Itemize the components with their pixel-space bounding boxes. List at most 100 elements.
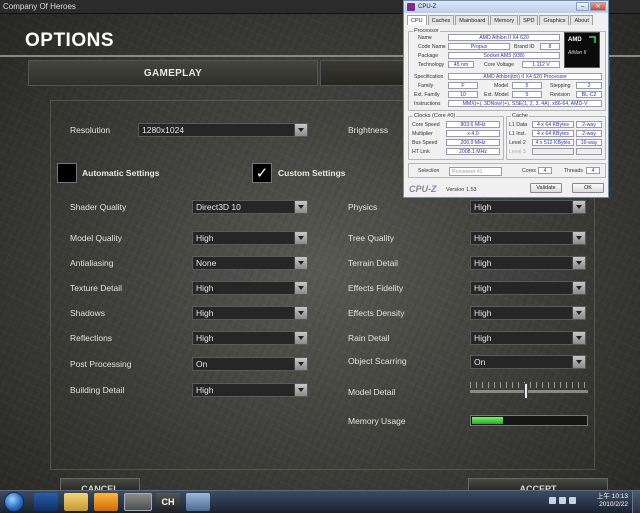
cancel-button[interactable]: CANCEL xyxy=(60,478,140,490)
multiplier-label: Multiplier xyxy=(412,131,433,137)
chevron-down-icon[interactable] xyxy=(572,232,585,244)
shadows-value: High xyxy=(196,308,214,318)
l1data-value: 4 x 64 KBytes xyxy=(532,121,574,128)
custom-settings-checkbox[interactable]: ✓ xyxy=(252,163,272,183)
extmodel-value: 5 xyxy=(512,91,542,98)
l1inst-way: 2-way xyxy=(576,130,602,137)
brightness-label: Brightness xyxy=(348,125,389,135)
minimize-icon: – xyxy=(580,4,585,10)
chevron-down-icon[interactable] xyxy=(572,332,585,344)
shadows-dropdown[interactable]: High xyxy=(192,306,308,320)
texture-detail-value: High xyxy=(196,283,214,293)
building-detail-dropdown[interactable]: High xyxy=(192,383,308,397)
tab-memory[interactable]: Memory xyxy=(490,15,519,25)
tab-caches[interactable]: Caches xyxy=(427,15,455,25)
model-quality-dropdown[interactable]: High xyxy=(192,231,308,245)
effects-fidelity-value: High xyxy=(474,283,492,293)
level2-label: Level 2 xyxy=(509,140,526,146)
model-detail-slider[interactable] xyxy=(470,382,588,400)
effects-fidelity-dropdown[interactable]: High xyxy=(470,281,586,295)
object-scarring-dropdown[interactable]: On xyxy=(470,355,586,369)
start-button[interactable] xyxy=(4,492,24,512)
cpuz-taskbar-label: CH xyxy=(161,497,175,507)
network-icon[interactable] xyxy=(549,497,556,504)
chevron-down-icon[interactable] xyxy=(294,332,307,344)
chevron-down-icon[interactable] xyxy=(294,124,307,136)
family-value: F xyxy=(448,82,478,89)
folder-icon[interactable] xyxy=(64,493,88,511)
physics-dropdown[interactable]: High xyxy=(470,200,586,214)
slider-ticks xyxy=(470,382,588,388)
media-player-icon[interactable] xyxy=(94,493,118,511)
reflections-value: High xyxy=(196,333,214,343)
tray-icons xyxy=(549,497,576,504)
rain-detail-dropdown[interactable]: High xyxy=(470,331,586,345)
game-taskbar-icon[interactable] xyxy=(124,493,152,511)
custom-settings-label: Custom Settings xyxy=(278,168,346,178)
terrain-detail-dropdown[interactable]: High xyxy=(470,256,586,270)
resolution-dropdown[interactable]: 1280x1024 xyxy=(138,123,308,137)
tree-quality-label: Tree Quality xyxy=(348,233,394,243)
corevoltage-value: 1.112 V xyxy=(522,61,560,68)
tab-mainboard[interactable]: Mainboard xyxy=(455,15,490,25)
ok-button[interactable]: OK xyxy=(572,183,604,193)
ie-icon[interactable] xyxy=(34,493,58,511)
accept-button[interactable]: ACCEPT xyxy=(468,478,608,490)
chevron-down-icon[interactable] xyxy=(294,384,307,396)
model-detail-label: Model Detail xyxy=(348,387,396,397)
corespeed-label: Core Speed xyxy=(412,122,440,128)
extfamily-label: Ext. Family xyxy=(414,92,440,98)
chevron-down-icon[interactable] xyxy=(572,356,585,368)
resolution-label: Resolution xyxy=(70,125,111,135)
chevron-down-icon[interactable] xyxy=(572,282,585,294)
tab-spd[interactable]: SPD xyxy=(519,15,539,25)
revision-value: BL-C2 xyxy=(576,91,602,98)
show-desktop-button[interactable] xyxy=(632,491,640,513)
tray-clock[interactable]: 上午 10:13 2010/2/22 xyxy=(597,493,628,509)
tree-quality-dropdown[interactable]: High xyxy=(470,231,586,245)
revision-label: Revision xyxy=(550,92,570,98)
memory-usage-label: Memory Usage xyxy=(348,416,406,426)
tab-about[interactable]: About xyxy=(570,15,593,25)
cpuz-window: CPU-Z – ✕ CPU Caches Mainboard Memory SP… xyxy=(403,0,609,198)
chevron-down-icon[interactable] xyxy=(294,232,307,244)
cpuz-taskbar-icon[interactable]: CH xyxy=(156,493,180,511)
chevron-down-icon[interactable] xyxy=(572,257,585,269)
amd-logo: AMD Athlon II xyxy=(564,32,600,68)
physics-value: High xyxy=(474,202,492,212)
post-processing-dropdown[interactable]: On xyxy=(192,357,308,371)
busspeed-value: 200.9 MHz xyxy=(446,139,500,146)
chevron-down-icon[interactable] xyxy=(294,358,307,370)
chevron-down-icon[interactable] xyxy=(572,201,585,213)
rain-detail-label: Rain Detail xyxy=(348,333,390,343)
chevron-down-icon[interactable] xyxy=(294,282,307,294)
automatic-settings-checkbox[interactable] xyxy=(57,163,77,183)
clocks-group-title: Clocks (Core #0) xyxy=(413,113,457,119)
antialiasing-dropdown[interactable]: None xyxy=(192,256,308,270)
flag-icon[interactable] xyxy=(569,497,576,504)
texture-detail-dropdown[interactable]: High xyxy=(192,281,308,295)
shader-quality-dropdown[interactable]: Direct3D 10 xyxy=(192,200,308,214)
chevron-down-icon[interactable] xyxy=(294,257,307,269)
chevron-down-icon[interactable] xyxy=(572,307,585,319)
technology-value: 45 nm xyxy=(448,61,474,68)
rain-detail-value: High xyxy=(474,333,492,343)
minimize-button[interactable]: – xyxy=(576,2,589,11)
slider-thumb[interactable] xyxy=(524,383,528,399)
validate-button[interactable]: Validate xyxy=(530,183,562,193)
tab-graphics[interactable]: Graphics xyxy=(539,15,570,25)
chevron-down-icon[interactable] xyxy=(294,201,307,213)
reflections-dropdown[interactable]: High xyxy=(192,331,308,345)
selection-dropdown[interactable]: Processor #1 xyxy=(449,167,502,176)
stepping-label: Stepping xyxy=(550,83,571,89)
chevron-down-icon[interactable] xyxy=(294,307,307,319)
close-button[interactable]: ✕ xyxy=(590,2,606,11)
cpuz-titlebar[interactable]: CPU-Z – ✕ xyxy=(404,1,608,13)
volume-icon[interactable] xyxy=(559,497,566,504)
effects-density-dropdown[interactable]: High xyxy=(470,306,586,320)
tab-gameplay[interactable]: GAMEPLAY xyxy=(28,60,318,86)
clock-date: 2010/2/22 xyxy=(599,501,628,508)
tab-cpu[interactable]: CPU xyxy=(407,15,427,25)
app-taskbar-icon[interactable] xyxy=(186,493,210,511)
corespeed-value: 803.6 MHz xyxy=(446,121,500,128)
